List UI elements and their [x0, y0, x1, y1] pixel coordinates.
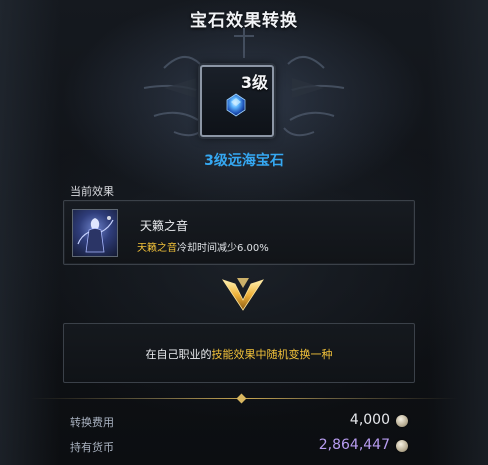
gem-level-badge: 3级: [240, 73, 268, 92]
effect-description: 天籁之音冷却时间减少6.00%: [137, 239, 269, 254]
gem-slot[interactable]: 3级: [200, 65, 274, 137]
blue-gem-icon: [226, 93, 246, 117]
left-shade: [0, 0, 60, 465]
conversion-cost-label: 转换费用: [70, 416, 114, 429]
gold-down-arrow-icon: [222, 278, 264, 311]
silver-coin-icon: [396, 415, 408, 427]
owned-currency-label: 持有货币: [70, 441, 114, 454]
effect-description-text: 冷却时间减少6.00%: [177, 243, 269, 254]
owned-currency-value: 2,864,447: [318, 437, 390, 453]
right-shade: [428, 0, 488, 465]
conversion-cost-value: 4,000: [349, 412, 390, 428]
owned-currency-row: 持有货币 2,864,447: [70, 437, 410, 457]
conversion-result-text: 在自己职业的技能效果中随机变换一种: [64, 346, 414, 362]
gem-name: 3级远海宝石: [204, 153, 284, 169]
current-effect-panel: 天籁之音 天籁之音冷却时间减少6.00%: [63, 200, 415, 265]
result-highlight: 技能效果中随机变换一种: [211, 348, 333, 361]
silver-coin-icon: [396, 440, 408, 452]
effect-description-highlight: 天籁之音: [137, 243, 177, 254]
current-effect-label: 当前效果: [70, 185, 114, 198]
conversion-result-panel: 在自己职业的技能效果中随机变换一种: [63, 323, 415, 383]
conversion-cost-row: 转换费用 4,000: [70, 412, 410, 432]
celestial-figure-icon: [72, 209, 118, 257]
effect-name: 天籁之音: [140, 219, 189, 233]
result-prefix: 在自己职业的: [145, 348, 212, 361]
